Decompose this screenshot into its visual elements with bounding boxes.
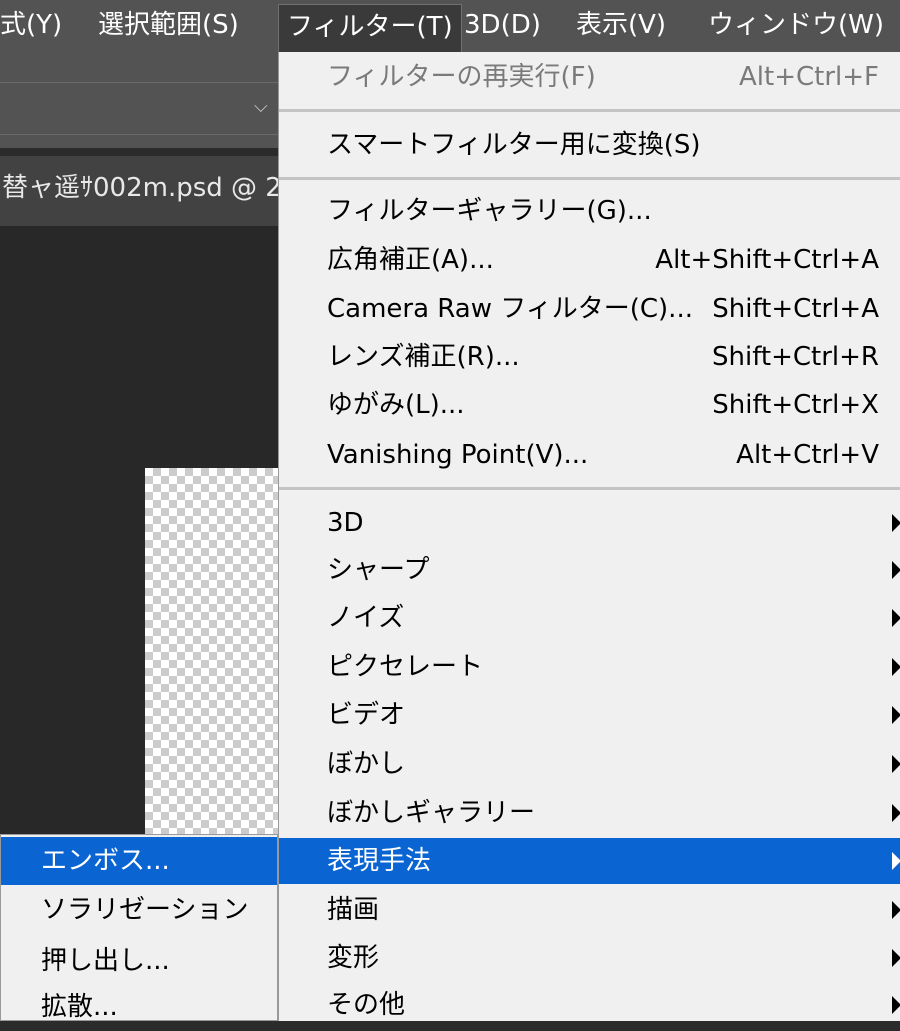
submenu-arrow-icon (892, 561, 900, 579)
shortcut: Alt+Ctrl+V (736, 440, 879, 470)
menu-item-sharpen[interactable]: シャープ (279, 547, 900, 593)
menu-item-camera-raw[interactable]: Camera Raw フィルター(C)... Shift+Ctrl+A (279, 286, 900, 332)
submenu-arrow-icon (892, 901, 900, 919)
shortcut: Shift+Ctrl+X (712, 390, 879, 420)
submenu-arrow-icon (892, 658, 900, 676)
shortcut: Shift+Ctrl+A (712, 294, 879, 324)
menu-window[interactable]: ウィンドウ(W) (700, 0, 892, 52)
menu-3d[interactable]: 3D(D) (456, 0, 549, 52)
menu-item-blur-gallery[interactable]: ぼかしギャラリー (279, 790, 900, 836)
menu-item-video[interactable]: ビデオ (279, 692, 900, 738)
chevron-down-icon[interactable]: ⌵ (254, 96, 268, 117)
submenu-arrow-icon (892, 949, 900, 967)
menu-item-noise[interactable]: ノイズ (279, 595, 900, 641)
menu-select[interactable]: 選択範囲(S) (90, 0, 247, 52)
stylize-submenu: エンボス... ソラリゼーション 押し出し... 拡散... (0, 834, 278, 1022)
options-divider (0, 134, 278, 135)
submenu-arrow-icon (892, 514, 900, 532)
menu-item-smart-filter[interactable]: スマートフィルター用に変換(S) (279, 122, 900, 168)
menu-item-other[interactable]: その他 (279, 982, 900, 1028)
submenu-arrow-icon (892, 609, 900, 627)
document-tab[interactable]: 替ャ遥ｻ002m.psd @ 2 (0, 156, 280, 226)
menu-item-3d[interactable]: 3D (279, 500, 900, 546)
submenu-arrow-icon (892, 804, 900, 822)
filter-menu: フィルターの再実行(F) Alt+Ctrl+F スマートフィルター用に変換(S)… (278, 52, 900, 1021)
menu-item-stylize[interactable]: 表現手法 (279, 838, 900, 884)
menu-separator (279, 487, 900, 490)
submenu-arrow-icon (892, 852, 900, 870)
options-bar: ⌵ (0, 52, 278, 148)
menu-item-blur[interactable]: ぼかし (279, 741, 900, 787)
menu-item-render[interactable]: 描画 (279, 887, 900, 933)
menu-item-distort[interactable]: 変形 (279, 935, 900, 981)
menu-item-vanishing-point[interactable]: Vanishing Point(V)... Alt+Ctrl+V (279, 432, 900, 478)
menu-separator (279, 109, 900, 112)
submenu-arrow-icon (892, 706, 900, 724)
menu-separator (279, 177, 900, 180)
submenu-item-diffuse[interactable]: 拡散... (1, 983, 277, 1031)
submenu-item-extrude[interactable]: 押し出し... (1, 937, 277, 985)
menu-item-pixelate[interactable]: ピクセレート (279, 644, 900, 690)
menu-format[interactable]: 式(Y) (0, 0, 70, 52)
submenu-item-emboss[interactable]: エンボス... (1, 837, 277, 885)
submenu-arrow-icon (892, 996, 900, 1014)
options-divider (0, 82, 278, 83)
shortcut: Shift+Ctrl+R (712, 342, 879, 372)
menu-item-filter-gallery[interactable]: フィルターギャラリー(G)... (279, 188, 900, 234)
shortcut: Alt+Shift+Ctrl+A (655, 245, 879, 275)
submenu-item-solarize[interactable]: ソラリゼーション (1, 886, 277, 934)
menu-filter[interactable]: フィルター(T) (278, 4, 462, 52)
submenu-arrow-icon (892, 755, 900, 773)
menu-item-liquify[interactable]: ゆがみ(L)... Shift+Ctrl+X (279, 382, 900, 428)
shortcut: Alt+Ctrl+F (739, 62, 879, 92)
menu-bar: 式(Y) 選択範囲(S) フィルター(T) 3D(D) 表示(V) ウィンドウ(… (0, 0, 900, 52)
menu-view[interactable]: 表示(V) (568, 0, 674, 52)
menu-item-adaptive-wide-angle[interactable]: 広角補正(A)... Alt+Shift+Ctrl+A (279, 237, 900, 283)
transparent-canvas (145, 468, 278, 848)
menu-item-last-filter[interactable]: フィルターの再実行(F) Alt+Ctrl+F (279, 54, 900, 100)
menu-item-lens-correction[interactable]: レンズ補正(R)... Shift+Ctrl+R (279, 334, 900, 380)
